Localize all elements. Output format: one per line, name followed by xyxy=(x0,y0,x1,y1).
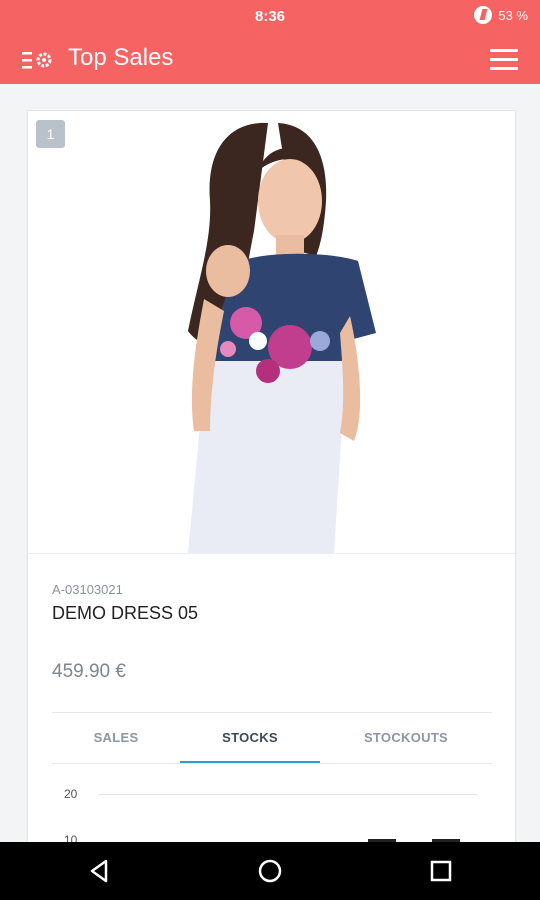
product-photo xyxy=(28,111,515,553)
tab-stockouts[interactable]: STOCKOUTS xyxy=(320,713,492,763)
product-card[interactable]: 1 A-03103021 DEMO DRESS 05 459.90 € SALE… xyxy=(27,110,516,872)
y-tick-label: 20 xyxy=(64,787,78,801)
tab-bar: SALES STOCKS STOCKOUTS xyxy=(52,713,492,764)
tab-stocks[interactable]: STOCKS xyxy=(180,713,320,763)
navigation-bar xyxy=(0,842,540,900)
tabs-bottom-divider xyxy=(52,763,492,764)
recents-icon[interactable] xyxy=(426,856,456,886)
status-time: 8:36 xyxy=(254,8,286,25)
hamburger-menu-icon[interactable] xyxy=(490,49,518,71)
battery-icon xyxy=(474,6,493,24)
status-right: 53 % xyxy=(474,6,528,24)
product-price: 459.90 € xyxy=(52,661,126,682)
product-name: DEMO DRESS 05 xyxy=(52,603,199,623)
status-bar: 8:36 53 % xyxy=(0,0,540,34)
image-divider xyxy=(28,553,515,554)
rank-badge: 1 xyxy=(36,120,65,148)
product-sku: A-03103021 xyxy=(52,582,123,597)
product-image[interactable] xyxy=(28,111,515,553)
home-icon[interactable] xyxy=(255,856,285,886)
app-bar: Top Sales xyxy=(0,34,540,84)
back-icon[interactable] xyxy=(84,856,114,886)
gridline xyxy=(98,794,478,795)
battery-percent: 53 % xyxy=(498,7,528,23)
tab-sales[interactable]: SALES xyxy=(52,713,180,763)
list-settings-icon[interactable] xyxy=(22,49,54,71)
page-title: Top Sales xyxy=(68,44,174,71)
